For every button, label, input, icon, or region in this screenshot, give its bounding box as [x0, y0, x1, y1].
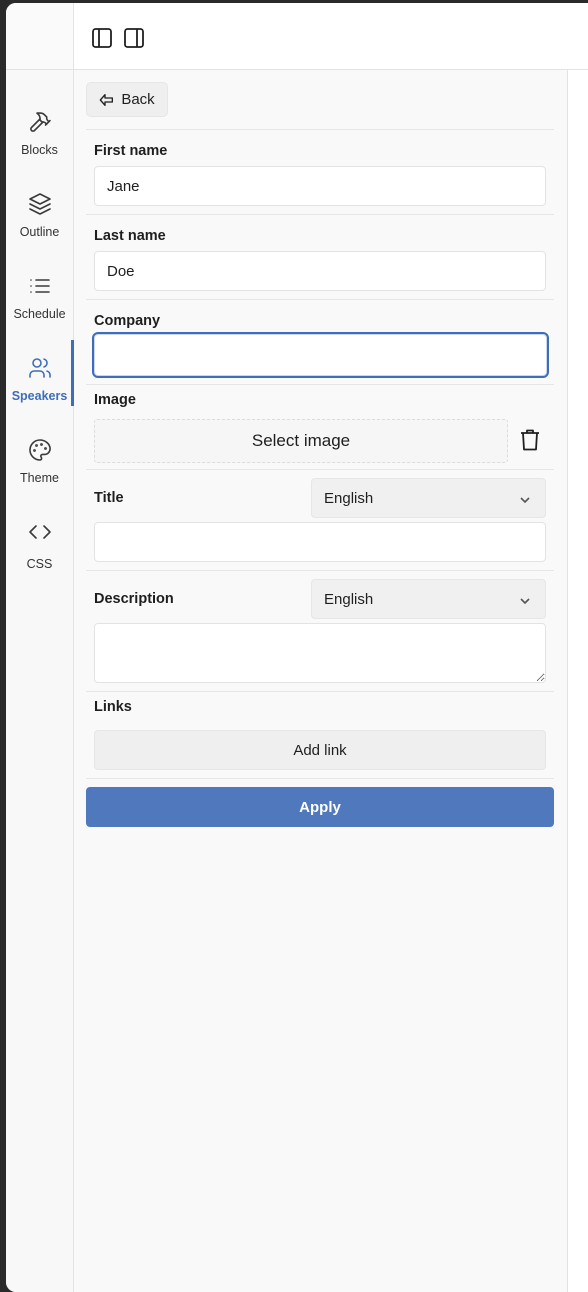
- description-language-value: English: [324, 590, 374, 608]
- select-image-button[interactable]: Select image: [94, 419, 508, 463]
- toggle-left-panel-button[interactable]: [90, 26, 114, 50]
- chevron-down-icon: [519, 493, 531, 505]
- divider: [86, 299, 554, 300]
- panel-left-icon: [92, 28, 112, 48]
- description-language-select[interactable]: English: [311, 579, 546, 619]
- image-label: Image: [94, 392, 136, 408]
- divider: [86, 570, 554, 571]
- hammer-icon: [29, 112, 51, 132]
- title-language-select[interactable]: English: [311, 478, 546, 518]
- first-name-input[interactable]: [94, 166, 546, 206]
- sidebar-item-css[interactable]: CSS: [6, 512, 73, 578]
- layers-icon: [28, 193, 51, 215]
- last-name-label: Last name: [94, 228, 166, 244]
- divider: [86, 129, 554, 130]
- title-input[interactable]: [94, 522, 546, 562]
- arrow-left-icon: [99, 93, 114, 106]
- delete-image-button[interactable]: [519, 428, 541, 452]
- sidebar-item-speakers[interactable]: Speakers: [6, 340, 74, 414]
- sidebar-item-label: Theme: [20, 471, 59, 485]
- divider: [86, 469, 554, 470]
- sidebar-item-label: Blocks: [21, 143, 58, 157]
- company-input[interactable]: [92, 332, 549, 378]
- description-textarea[interactable]: [94, 623, 546, 683]
- sidebar-item-label: CSS: [26, 557, 53, 571]
- panel-right-icon: [124, 28, 144, 48]
- canvas-area: [568, 70, 588, 1292]
- description-label: Description: [94, 591, 174, 607]
- sidebar-item-schedule[interactable]: Schedule: [6, 266, 73, 332]
- divider: [86, 691, 554, 692]
- back-button[interactable]: Back: [86, 82, 168, 117]
- sidebar-item-label: Speakers: [11, 389, 68, 403]
- divider: [86, 384, 554, 385]
- divider: [86, 214, 554, 215]
- last-name-input[interactable]: [94, 251, 546, 291]
- palette-icon: [28, 439, 51, 461]
- first-name-label: First name: [94, 143, 168, 159]
- top-toolbar: [74, 3, 588, 70]
- list-icon: [29, 279, 50, 293]
- apply-button[interactable]: Apply: [86, 787, 554, 827]
- sidebar-item-label: Schedule: [13, 307, 66, 321]
- title-label: Title: [94, 490, 124, 506]
- sidebar-item-theme[interactable]: Theme: [6, 430, 73, 496]
- users-icon: [28, 358, 51, 378]
- sidebar-item-label: Outline: [19, 225, 60, 239]
- speaker-edit-panel: Back First name Last name Company Image …: [74, 70, 568, 1292]
- title-language-value: English: [324, 489, 374, 507]
- sidebar-item-blocks[interactable]: Blocks: [6, 102, 73, 168]
- sidebar-item-outline[interactable]: Outline: [6, 184, 73, 250]
- app-window: Blocks Outline Schedule Speakers Theme C…: [6, 3, 588, 1292]
- back-label: Back: [121, 91, 155, 108]
- toggle-right-panel-button[interactable]: [122, 26, 146, 50]
- company-label: Company: [94, 313, 161, 329]
- chevron-down-icon: [519, 594, 531, 606]
- sidebar-header: [6, 3, 73, 70]
- sidebar: Blocks Outline Schedule Speakers Theme C…: [6, 3, 74, 1292]
- add-link-button[interactable]: Add link: [94, 730, 546, 770]
- code-icon: [28, 525, 51, 539]
- trash-icon: [521, 429, 539, 451]
- divider: [86, 778, 554, 779]
- links-label: Links: [94, 699, 132, 715]
